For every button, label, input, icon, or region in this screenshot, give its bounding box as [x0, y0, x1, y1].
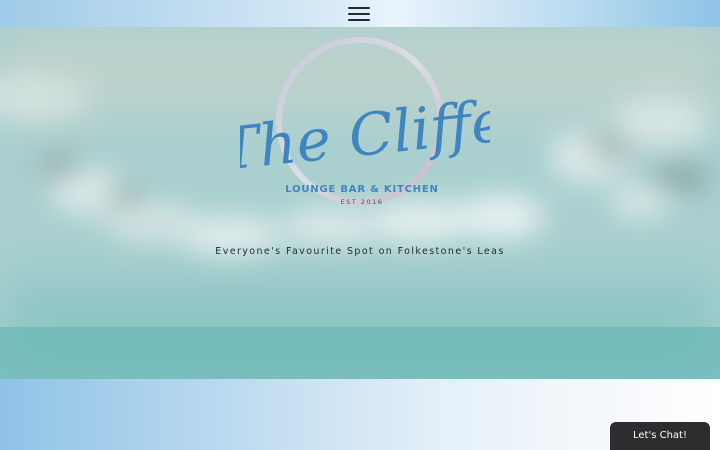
hero-section: The Cliffe LOUNGE BAR & KITCHEN EST 2016…	[0, 27, 720, 379]
menu-line	[348, 13, 370, 15]
hero-tagline: Everyone's Favourite Spot on Folkestone'…	[215, 246, 505, 257]
site-header	[0, 0, 720, 27]
the-cliffe-logo[interactable]: The Cliffe LOUNGE BAR & KITCHEN EST 2016	[240, 35, 490, 215]
menu-line	[348, 19, 370, 21]
menu-line	[348, 7, 370, 9]
page: The Cliffe LOUNGE BAR & KITCHEN EST 2016…	[0, 0, 720, 450]
lets-chat-button[interactable]: Let's Chat!	[610, 422, 710, 450]
svg-text:EST 2016: EST 2016	[341, 198, 384, 206]
svg-text:The Cliffe: The Cliffe	[240, 86, 490, 183]
hamburger-menu-icon[interactable]	[348, 5, 370, 22]
svg-text:LOUNGE BAR & KITCHEN: LOUNGE BAR & KITCHEN	[285, 184, 438, 195]
